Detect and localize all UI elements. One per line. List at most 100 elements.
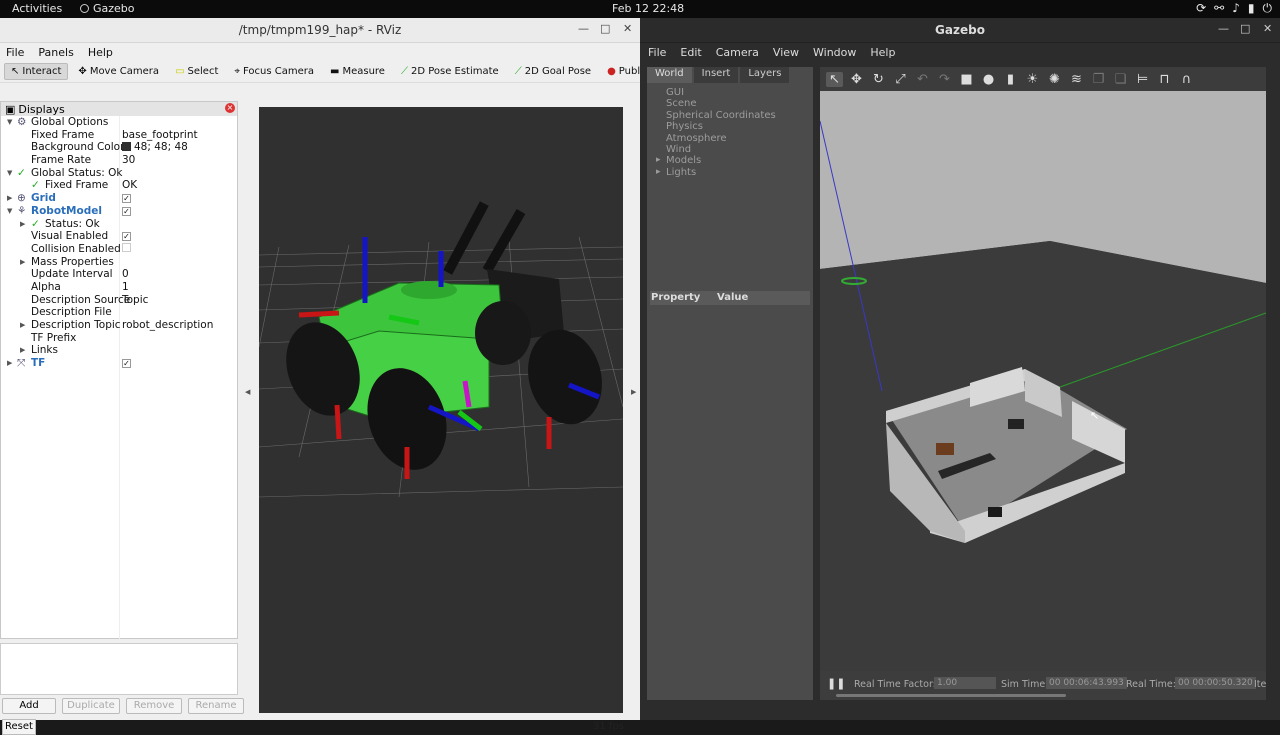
volume-icon[interactable]: ♪ xyxy=(1232,1,1240,16)
reset-button[interactable]: Reset xyxy=(2,719,36,735)
expand-arrow-icon[interactable]: ▶ xyxy=(7,194,12,202)
tab-world[interactable]: World xyxy=(647,67,692,83)
directional-light-icon[interactable]: ≋ xyxy=(1068,72,1085,87)
menu-window[interactable]: Window xyxy=(813,46,856,59)
tree-row-grid[interactable]: ▶ ⊕ Grid ✓ xyxy=(1,192,237,205)
select-tool[interactable]: ▭ Select xyxy=(169,64,224,79)
minimize-icon[interactable]: — xyxy=(578,22,589,35)
checkbox-checked[interactable]: ✓ xyxy=(122,359,131,369)
tree-value[interactable]: 0 xyxy=(122,268,129,280)
tree-value[interactable]: 48; 48; 48 xyxy=(122,141,188,153)
power-icon[interactable]: ⏻ xyxy=(1263,1,1273,16)
measure-tool[interactable]: ▬ Measure xyxy=(324,64,391,79)
tree-row-description-source[interactable]: Description Source Topic xyxy=(1,294,237,307)
tree-row-alpha[interactable]: Alpha 1 xyxy=(1,281,237,294)
gazebo-titlebar[interactable]: Gazebo — □ ✕ xyxy=(640,18,1280,43)
rename-button[interactable]: Rename xyxy=(188,698,244,714)
menu-file[interactable]: File xyxy=(6,46,24,59)
checkbox-checked[interactable]: ✓ xyxy=(122,194,131,204)
tree-row-fixed-frame[interactable]: Fixed Frame base_footprint xyxy=(1,129,237,142)
tree-value[interactable]: robot_description xyxy=(122,319,213,331)
maximize-icon[interactable]: □ xyxy=(1240,22,1250,35)
world-item-models[interactable]: Models xyxy=(656,155,813,167)
rotate-mode-icon[interactable]: ↻ xyxy=(870,72,887,87)
paste-icon[interactable]: ❏ xyxy=(1112,72,1129,87)
update-icon[interactable]: ⟳ xyxy=(1196,1,1206,16)
tree-row-visual-enabled[interactable]: Visual Enabled ✓ xyxy=(1,230,237,243)
tree-row-background-color[interactable]: Background Color 48; 48; 48 xyxy=(1,141,237,154)
pose-estimate-tool[interactable]: ⟋ 2D Pose Estimate xyxy=(395,64,505,79)
checkbox[interactable]: ✓ xyxy=(122,230,131,242)
copy-icon[interactable]: ❐ xyxy=(1090,72,1107,87)
microphone-icon[interactable]: ▮ xyxy=(1248,1,1255,16)
checkbox[interactable]: ✓ xyxy=(122,192,131,204)
world-item-scene[interactable]: Scene xyxy=(666,98,813,109)
tab-insert[interactable]: Insert xyxy=(693,67,739,83)
tree-value[interactable]: base_footprint xyxy=(122,129,198,141)
tree-row-tf-prefix[interactable]: TF Prefix xyxy=(1,332,237,345)
status-bar-scrollbar[interactable] xyxy=(836,694,1066,697)
menu-panels[interactable]: Panels xyxy=(38,46,73,59)
menu-help[interactable]: Help xyxy=(88,46,113,59)
sphere-shape-icon[interactable]: ● xyxy=(980,72,997,87)
checkbox-checked[interactable]: ✓ xyxy=(122,232,131,242)
activities-button[interactable]: Activities xyxy=(12,2,62,15)
expand-arrow-icon[interactable]: ▼ xyxy=(7,169,12,177)
goal-pose-tool[interactable]: ⟋ 2D Goal Pose xyxy=(509,64,597,79)
cylinder-shape-icon[interactable]: ▮ xyxy=(1002,72,1019,87)
spot-light-icon[interactable]: ✺ xyxy=(1046,72,1063,87)
expand-arrow-icon[interactable]: ▼ xyxy=(7,207,12,215)
menu-edit[interactable]: Edit xyxy=(680,46,701,59)
tree-row-frame-rate[interactable]: Frame Rate 30 xyxy=(1,154,237,167)
gazebo-3d-scene[interactable]: ↖ xyxy=(820,91,1266,671)
tree-row-robot-model[interactable]: ▼ ⚘ RobotModel ✓ xyxy=(1,205,237,218)
system-tray[interactable]: ⟳ ⚯ ♪ ▮ ⏻ xyxy=(1196,1,1272,16)
right-splitter-handle-icon[interactable]: ▶ xyxy=(631,388,636,396)
world-item-atmosphere[interactable]: Atmosphere xyxy=(666,133,813,144)
tree-value[interactable]: 1 xyxy=(122,281,129,293)
tab-layers[interactable]: Layers xyxy=(740,67,790,83)
tree-value[interactable]: Topic xyxy=(122,294,148,306)
tree-row-status-ok[interactable]: ▶ ✓ Status: Ok xyxy=(1,218,237,231)
rviz-3d-viewport[interactable] xyxy=(259,107,623,713)
rviz-titlebar[interactable]: /tmp/tmpm199_hap* - RViz — □ ✕ xyxy=(0,18,640,43)
clock[interactable]: Feb 12 22:48 xyxy=(612,2,684,15)
pause-icon[interactable]: ❚❚ xyxy=(827,677,845,690)
tree-row-links[interactable]: ▶ Links xyxy=(1,344,237,357)
point-light-icon[interactable]: ☀ xyxy=(1024,72,1041,87)
checkbox-unchecked[interactable] xyxy=(122,242,131,252)
close-icon[interactable]: ✕ xyxy=(1263,22,1272,35)
select-mode-icon[interactable]: ↖ xyxy=(826,71,843,87)
checkbox-checked[interactable]: ✓ xyxy=(122,206,131,216)
expand-arrow-icon[interactable]: ▶ xyxy=(20,321,25,329)
menu-help[interactable]: Help xyxy=(870,46,895,59)
expand-arrow-icon[interactable]: ▶ xyxy=(20,258,25,266)
world-item-gui[interactable]: GUI xyxy=(666,87,813,98)
interact-tool[interactable]: ↖ Interact xyxy=(4,63,69,80)
tree-row-collision-enabled[interactable]: Collision Enabled xyxy=(1,242,237,256)
magnet-icon[interactable]: ∩ xyxy=(1178,72,1195,87)
tree-value[interactable]: 30 xyxy=(122,154,135,166)
network-icon[interactable]: ⚯ xyxy=(1214,1,1224,16)
left-splitter-handle-icon[interactable]: ◀ xyxy=(245,388,250,396)
tree-row-global-options[interactable]: ▼ ⚙ Global Options xyxy=(1,116,237,129)
remove-button[interactable]: Remove xyxy=(126,698,182,714)
snap-icon[interactable]: ⊓ xyxy=(1156,72,1173,87)
maximize-icon[interactable]: □ xyxy=(600,22,610,35)
tree-row-status-fixed-frame[interactable]: ✓ Fixed Frame OK xyxy=(1,179,237,192)
expand-arrow-icon[interactable]: ▶ xyxy=(20,220,25,228)
world-item-wind[interactable]: Wind xyxy=(666,144,813,155)
checkbox[interactable]: ✓ xyxy=(122,357,131,369)
tree-row-update-interval[interactable]: Update Interval 0 xyxy=(1,268,237,281)
expand-arrow-icon[interactable]: ▼ xyxy=(7,118,12,126)
expand-arrow-icon[interactable]: ▶ xyxy=(7,359,12,367)
tree-row-tf[interactable]: ▶ ⤧ TF ✓ xyxy=(1,357,237,370)
expand-arrow-icon[interactable]: ▶ xyxy=(20,346,25,354)
undo-icon[interactable]: ↶ xyxy=(914,72,931,87)
menu-camera[interactable]: Camera xyxy=(716,46,759,59)
checkbox[interactable]: ✓ xyxy=(122,205,131,217)
align-icon[interactable]: ⊨ xyxy=(1134,72,1151,87)
box-shape-icon[interactable]: ■ xyxy=(958,72,975,87)
duplicate-button[interactable]: Duplicate xyxy=(62,698,120,714)
menu-file[interactable]: File xyxy=(648,46,666,59)
